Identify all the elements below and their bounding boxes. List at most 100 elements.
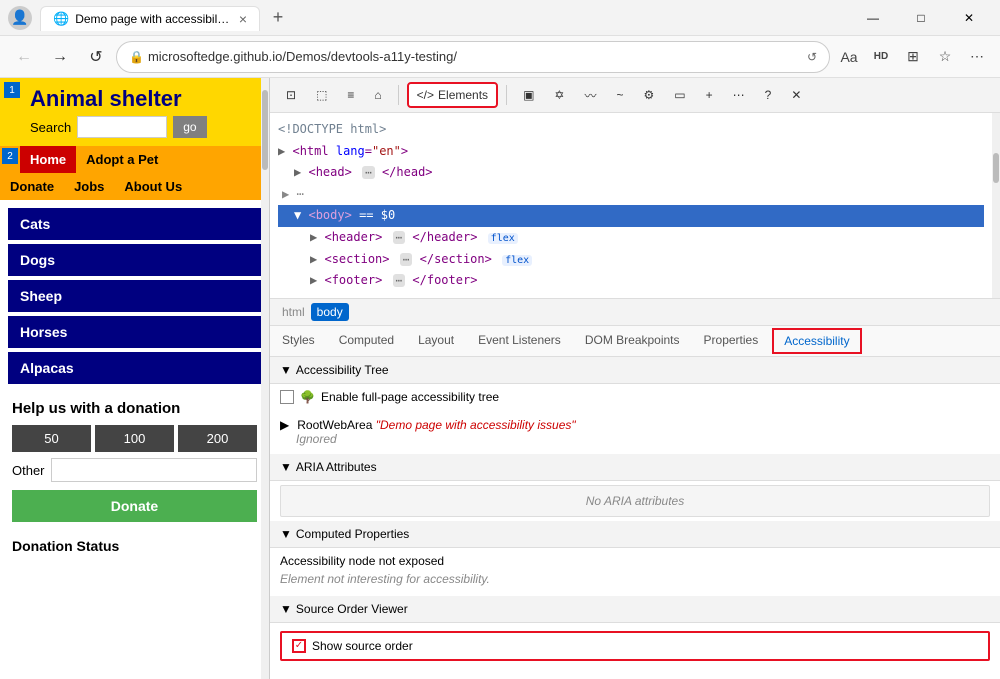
device-tool-button[interactable]: ⬚ (308, 84, 335, 106)
amount-100-button[interactable]: 100 (95, 425, 174, 452)
dom-line-section[interactable]: ▶ <section> ⋯ </section> flex (278, 249, 992, 271)
animal-horses[interactable]: Horses (8, 316, 261, 348)
favorites-button[interactable]: ☆ (930, 42, 960, 72)
root-arrow-icon: ▶ (280, 418, 289, 432)
elements-tool-button[interactable]: </> Elements (407, 82, 498, 108)
animal-sheep[interactable]: Sheep (8, 280, 261, 312)
dom-footer-close: </footer> (412, 273, 477, 287)
inspect-tool-button[interactable]: ⊡ (278, 84, 304, 106)
main-content: 1 Animal shelter Search go 2 Home Adopt … (0, 78, 1000, 679)
dom-doctype-text: <!DOCTYPE html> (278, 122, 386, 136)
dom-footer-arrow[interactable]: ▶ (310, 273, 317, 287)
browser-tab[interactable]: 🌐 Demo page with accessibility issu × (40, 6, 260, 31)
refresh-button[interactable]: ↺ (80, 41, 112, 73)
nav-home[interactable]: Home (20, 146, 76, 173)
ignored-text: Ignored (280, 432, 990, 446)
accessibility-tree-header[interactable]: ▼ Accessibility Tree (270, 357, 1000, 384)
inspect-icon: ⊡ (286, 88, 296, 102)
forward-button[interactable]: → (44, 41, 76, 73)
dom-body-arrow[interactable]: ▼ (294, 208, 301, 222)
search-input[interactable] (77, 116, 167, 138)
computed-section: Accessibility node not exposed Element n… (270, 548, 1000, 596)
nav-donate[interactable]: Donate (0, 175, 64, 198)
scroll-indicator[interactable] (261, 78, 269, 679)
badge-1: 1 (4, 82, 20, 98)
settings-tool-button[interactable]: ⚙ (636, 84, 663, 106)
more-tools-button[interactable]: ⋯ (725, 84, 753, 106)
other-row: Other (12, 458, 257, 482)
show-source-order-checkbox[interactable]: ✓ (292, 639, 306, 653)
other-amount-input[interactable] (51, 458, 257, 482)
computed-properties-header[interactable]: ▼ Computed Properties (270, 521, 1000, 548)
sidebar-button[interactable]: ⊞ (898, 42, 928, 72)
root-label: RootWebArea "Demo page with accessibilit… (297, 418, 575, 432)
amount-50-button[interactable]: 50 (12, 425, 91, 452)
dom-section-ellipsis: ⋯ (400, 253, 413, 266)
tab-dom-breakpoints[interactable]: DOM Breakpoints (573, 327, 692, 355)
animal-dogs[interactable]: Dogs (8, 244, 261, 276)
nav-jobs[interactable]: Jobs (64, 175, 114, 198)
breadcrumb-body[interactable]: body (311, 303, 349, 321)
dom-html-tag: <html lang="en"> (292, 144, 408, 158)
root-web-area-line[interactable]: ▶ RootWebArea "Demo page with accessibil… (280, 418, 990, 432)
refresh-icon: ↺ (807, 50, 817, 64)
network-tool-button[interactable]: 〰 (576, 83, 604, 108)
source-order-header[interactable]: ▼ Source Order Viewer (270, 596, 1000, 623)
nav-adopt[interactable]: Adopt a Pet (76, 146, 168, 173)
layers-tool-button[interactable]: ▭ (666, 84, 693, 106)
enable-full-page-row: 🌳 Enable full-page accessibility tree (270, 384, 1000, 410)
home-tool-button[interactable]: ⌂ (366, 84, 389, 106)
nav-about[interactable]: About Us (114, 175, 192, 198)
lock-icon: 🔒 (129, 50, 144, 64)
dom-scroll-right[interactable] (992, 113, 1000, 298)
dom-section-close: </section> (420, 252, 492, 266)
breadcrumb: html body (270, 299, 1000, 326)
tab-styles[interactable]: Styles (270, 327, 327, 355)
dom-html-arrow[interactable]: ▶ (278, 144, 285, 158)
animal-list: Cats Dogs Sheep Horses Alpacas (0, 200, 269, 392)
performance-tool-button[interactable]: ~ (608, 84, 631, 106)
dom-line-header[interactable]: ▶ <header> ⋯ </header> flex (278, 227, 992, 249)
tab-event-listeners[interactable]: Event Listeners (466, 327, 573, 355)
more-button[interactable]: ⋯ (962, 42, 992, 72)
dom-line-doctype: <!DOCTYPE html> (278, 119, 992, 141)
tab-computed[interactable]: Computed (327, 327, 406, 355)
maximize-button[interactable]: □ (898, 2, 944, 34)
close-tab-button[interactable]: × (239, 11, 247, 27)
dom-footer-tag: <footer> (324, 273, 382, 287)
enable-full-page-checkbox[interactable] (280, 390, 294, 404)
tab-accessibility[interactable]: Accessibility (772, 328, 861, 354)
dom-section-arrow[interactable]: ▶ (310, 252, 317, 266)
console-tool-button[interactable]: ▣ (515, 84, 542, 106)
reader-view-button[interactable]: Aa (834, 42, 864, 72)
aria-attributes-header[interactable]: ▼ ARIA Attributes (270, 454, 1000, 481)
responsive-tool-button[interactable]: ≡ (339, 84, 362, 106)
address-bar[interactable]: 🔒 microsoftedge.github.io/Demos/devtools… (116, 41, 830, 73)
amount-200-button[interactable]: 200 (178, 425, 257, 452)
minimize-button[interactable]: — (850, 2, 896, 34)
hd-button[interactable]: HD (866, 42, 896, 72)
animal-cats[interactable]: Cats (8, 208, 261, 240)
go-button[interactable]: go (173, 116, 206, 138)
dom-line-footer[interactable]: ▶ <footer> ⋯ </footer> (278, 270, 992, 292)
back-button[interactable]: ← (8, 41, 40, 73)
tab-layout[interactable]: Layout (406, 327, 466, 355)
dom-line-body[interactable]: ▼ <body> == $0 (278, 205, 984, 227)
dom-head-arrow[interactable]: ▶ (294, 165, 301, 179)
dom-header-arrow[interactable]: ▶ (310, 230, 317, 244)
donate-button[interactable]: Donate (12, 490, 257, 522)
url-text: microsoftedge.github.io/Demos/devtools-a… (148, 49, 803, 64)
close-devtools-button[interactable]: ✕ (783, 84, 809, 106)
donation-amounts: 50 100 200 (12, 425, 257, 452)
tab-properties[interactable]: Properties (692, 327, 771, 355)
new-tab-button[interactable]: + (264, 4, 292, 32)
dom-line-head[interactable]: ▶ <head> ⋯ </head> (278, 162, 992, 184)
add-tools-button[interactable]: + (698, 84, 721, 106)
close-button[interactable]: ✕ (946, 2, 992, 34)
other-label: Other (12, 463, 45, 478)
sources-tool-button[interactable]: ✡ (546, 84, 572, 106)
help-button[interactable]: ? (757, 84, 780, 106)
nav-bottom: Donate Jobs About Us (0, 173, 269, 200)
breadcrumb-html[interactable]: html (278, 303, 309, 321)
animal-alpacas[interactable]: Alpacas (8, 352, 261, 384)
